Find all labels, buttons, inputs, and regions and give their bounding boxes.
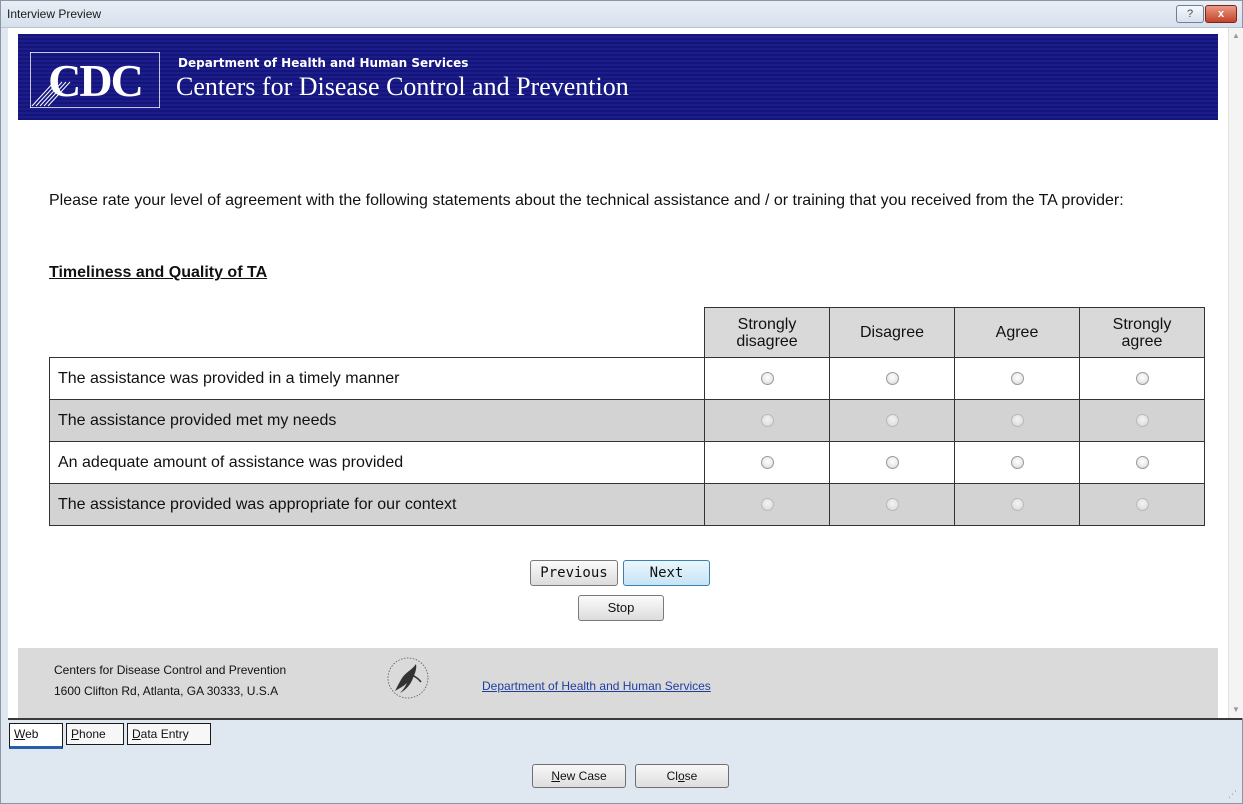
radio-agree[interactable] xyxy=(1010,413,1024,427)
statement-label: An adequate amount of assistance was pro… xyxy=(49,441,705,484)
radio-disagree[interactable] xyxy=(885,413,899,427)
tab-phone[interactable]: Phone xyxy=(66,723,124,745)
column-strongly-agree: Strongly agree xyxy=(1079,307,1205,358)
next-button[interactable]: Next xyxy=(623,560,710,586)
column-agree: Agree xyxy=(954,307,1080,358)
resize-grip-icon[interactable]: ⋰ xyxy=(1228,789,1238,799)
help-button[interactable]: ? xyxy=(1176,5,1204,23)
statement-label: The assistance provided was appropriate … xyxy=(49,483,705,526)
stop-button[interactable]: Stop xyxy=(578,595,664,621)
radio-strongly-disagree[interactable] xyxy=(760,371,774,385)
cdc-logo-text: CDC xyxy=(48,55,142,106)
table-row: The assistance provided was appropriate … xyxy=(49,483,1205,526)
table-row: An adequate amount of assistance was pro… xyxy=(49,441,1205,484)
agreement-matrix: Strongly disagree Disagree Agree Strongly… xyxy=(49,307,1205,526)
radio-strongly-agree[interactable] xyxy=(1135,455,1149,469)
footer-org-name: Centers for Disease Control and Preventi… xyxy=(54,663,287,677)
interview-content: CDC Department of Health and Human Servi… xyxy=(8,28,1228,718)
radio-disagree[interactable] xyxy=(885,497,899,511)
tab-data-entry[interactable]: Data Entry xyxy=(127,723,211,745)
statement-label: The assistance provided met my needs xyxy=(49,399,705,442)
window-close-button[interactable]: x xyxy=(1205,5,1237,23)
cdc-logo: CDC xyxy=(30,52,160,108)
matrix-corner xyxy=(50,308,705,358)
cdc-banner: CDC Department of Health and Human Servi… xyxy=(18,34,1218,120)
interview-preview-window: Interview Preview ? x CDC Department of … xyxy=(0,0,1243,804)
radio-strongly-disagree[interactable] xyxy=(760,497,774,511)
scroll-up-arrow-icon[interactable]: ▲ xyxy=(1229,28,1243,44)
hhs-eagle-icon xyxy=(387,657,429,699)
column-disagree: Disagree xyxy=(829,307,955,358)
radio-disagree[interactable] xyxy=(885,371,899,385)
scroll-down-arrow-icon[interactable]: ▼ xyxy=(1229,702,1243,718)
radio-strongly-agree[interactable] xyxy=(1135,371,1149,385)
agency-name: Centers for Disease Control and Preventi… xyxy=(176,72,629,101)
radio-strongly-agree[interactable] xyxy=(1135,497,1149,511)
close-button[interactable]: Close xyxy=(635,764,729,788)
footer-address: 1600 Clifton Rd, Atlanta, GA 30333, U.S.… xyxy=(54,684,279,698)
section-title: Timeliness and Quality of TA xyxy=(49,264,268,281)
new-case-button[interactable]: New Case xyxy=(532,764,626,788)
tab-web[interactable]: Web xyxy=(9,723,63,749)
page-footer: Centers for Disease Control and Preventi… xyxy=(18,648,1218,718)
hhs-link[interactable]: Department of Health and Human Services xyxy=(482,679,711,693)
statement-label: The assistance was provided in a timely … xyxy=(49,357,705,400)
column-strongly-disagree: Strongly disagree xyxy=(704,307,830,358)
panel-divider xyxy=(8,718,1242,720)
matrix-header-row: Strongly disagree Disagree Agree Strongly… xyxy=(50,307,1205,358)
radio-agree[interactable] xyxy=(1010,455,1024,469)
table-row: The assistance was provided in a timely … xyxy=(49,357,1205,400)
question-prompt: Please rate your level of agreement with… xyxy=(49,192,1124,209)
radio-agree[interactable] xyxy=(1010,371,1024,385)
vertical-scrollbar[interactable]: ▲ ▼ xyxy=(1228,28,1243,718)
radio-strongly-disagree[interactable] xyxy=(760,413,774,427)
radio-agree[interactable] xyxy=(1010,497,1024,511)
radio-strongly-disagree[interactable] xyxy=(760,455,774,469)
radio-strongly-agree[interactable] xyxy=(1135,413,1149,427)
department-name: Department of Health and Human Services xyxy=(178,56,469,70)
previous-button[interactable]: Previous xyxy=(530,560,618,586)
window-title: Interview Preview xyxy=(7,7,102,21)
radio-disagree[interactable] xyxy=(885,455,899,469)
table-row: The assistance provided met my needs xyxy=(49,399,1205,442)
title-bar: Interview Preview ? x xyxy=(1,1,1242,28)
